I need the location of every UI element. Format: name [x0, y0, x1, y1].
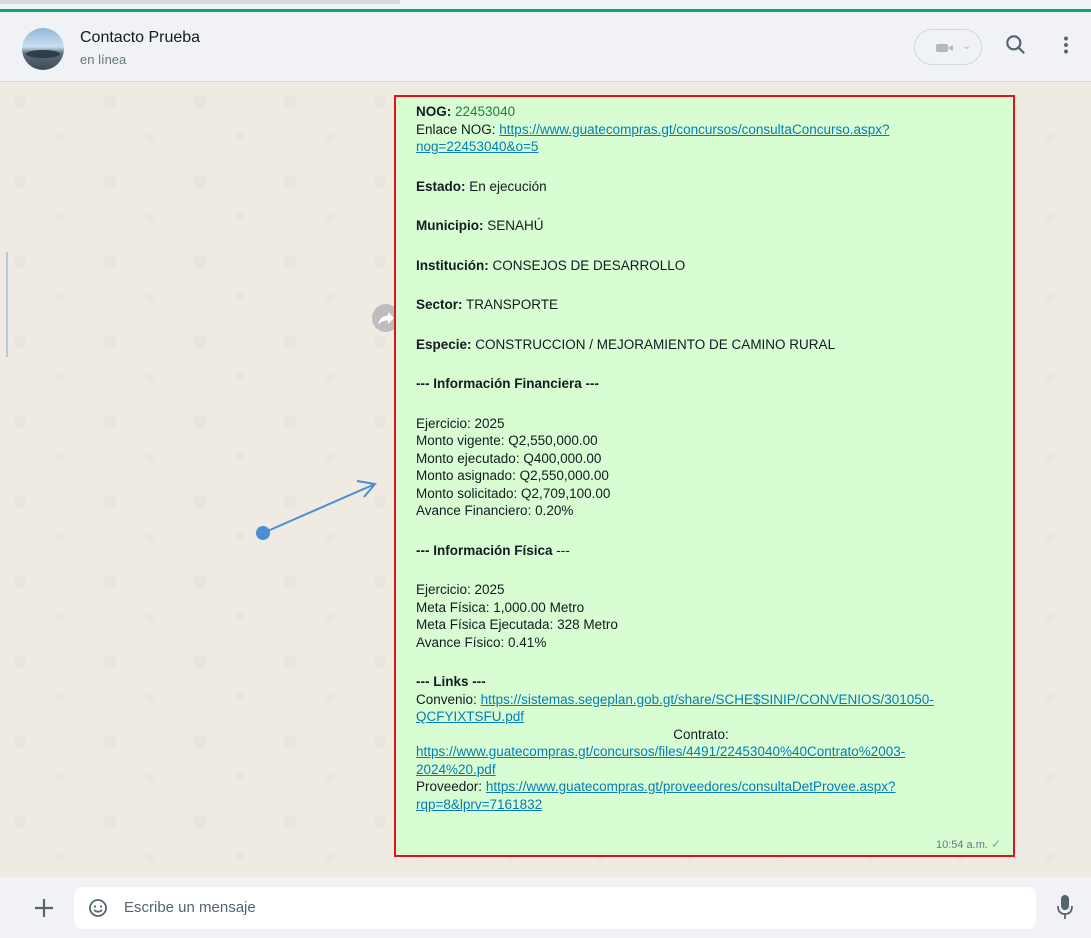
chat-header[interactable]: Contacto Prueba en línea ⌄ [0, 12, 1091, 82]
sector-label: Sector: [416, 297, 463, 312]
financial-section-title: --- Información Financiera --- [416, 376, 600, 391]
enlace-link-1[interactable]: https://www.guatecompras.gt/concursos/co… [499, 122, 889, 137]
check-icon: ✓ [990, 837, 1001, 851]
search-icon[interactable] [1003, 32, 1029, 58]
video-camera-icon [936, 44, 953, 52]
contrato-label: Contrato: [673, 726, 729, 742]
estado-value: En ejecución [469, 178, 547, 194]
contact-name[interactable]: Contacto Prueba [80, 29, 200, 47]
plus-icon[interactable] [33, 897, 55, 919]
avatar[interactable] [22, 28, 64, 70]
message-placeholder: Escribe un mensaje [124, 899, 256, 916]
compose-bar: Escribe un mensaje [0, 877, 1091, 938]
especie-value: CONSTRUCCION / MEJORAMIENTO DE CAMINO RU… [475, 336, 836, 352]
convenio-label: Convenio: [416, 691, 477, 707]
contrato-link-1[interactable]: https://www.guatecompras.gt/concursos/fi… [416, 744, 905, 759]
financial-line: Monto asignado: Q2,550,000.00 [416, 468, 609, 483]
message-input[interactable]: Escribe un mensaje [74, 887, 1036, 929]
financial-line: Monto ejecutado: Q400,000.00 [416, 450, 602, 466]
municipio-label: Municipio: [416, 218, 484, 233]
physical-line: Meta Física: 1,000.00 Metro [416, 599, 585, 615]
proveedor-link-2[interactable]: rqp=8&lprv=7161832 [416, 797, 542, 812]
sector-value: TRANSPORTE [466, 297, 559, 312]
contrato-link-2[interactable]: 2024%20.pdf [416, 762, 496, 777]
financial-line: Ejercicio: 2025 [416, 415, 505, 431]
convenio-link-2[interactable]: QCFYIXTSFU.pdf [416, 709, 524, 724]
enlace-link-2[interactable]: nog=22453040&o=5 [416, 139, 538, 154]
convenio-link-1[interactable]: https://sistemas.segeplan.gob.gt/share/S… [481, 692, 934, 707]
menu-icon[interactable] [1053, 32, 1079, 58]
scroll-marker [6, 252, 8, 357]
proveedor-link-1[interactable]: https://www.guatecompras.gt/proveedores/… [486, 779, 896, 794]
message-time: 10:54 a.m. ✓ [936, 837, 1001, 851]
sticker-icon[interactable] [88, 898, 108, 918]
financial-line: Monto vigente: Q2,550,000.00 [416, 433, 598, 448]
physical-section-title: --- Información Física [416, 542, 553, 558]
estado-label: Estado: [416, 178, 466, 194]
video-call-button[interactable]: ⌄ [914, 29, 982, 65]
enlace-label: Enlace NOG: [416, 121, 496, 137]
proveedor-label: Proveedor: [416, 779, 483, 794]
municipio-value: SENAHÚ [487, 218, 544, 233]
message-bubble[interactable]: NOG: 22453040 Enlace NOG: https://www.gu… [394, 95, 1015, 857]
browser-tabs-strip [0, 0, 400, 4]
physical-line: Ejercicio: 2025 [416, 582, 505, 597]
physical-section-title-end: --- [552, 542, 570, 558]
nog-value: 22453040 [455, 104, 516, 119]
financial-line: Avance Financiero: 0.20% [416, 503, 574, 518]
microphone-icon[interactable] [1056, 894, 1074, 920]
time-text: 10:54 a.m. [935, 839, 988, 851]
chevron-down-icon: ⌄ [962, 40, 972, 52]
links-section-title: --- Links --- [416, 674, 486, 689]
window-top-strip [0, 0, 1091, 12]
institucion-value: CONSEJOS DE DESARROLLO [492, 257, 686, 273]
physical-line: Avance Físico: 0.41% [416, 634, 547, 650]
financial-line: Monto solicitado: Q2,709,100.00 [416, 485, 611, 501]
nog-label: NOG: [416, 104, 452, 119]
especie-label: Especie: [416, 336, 472, 352]
institucion-label: Institución: [416, 257, 489, 273]
message-text: NOG: 22453040 Enlace NOG: https://www.gu… [416, 103, 986, 813]
physical-line: Meta Física Ejecutada: 328 Metro [416, 617, 618, 632]
contact-status: en línea [80, 52, 127, 67]
